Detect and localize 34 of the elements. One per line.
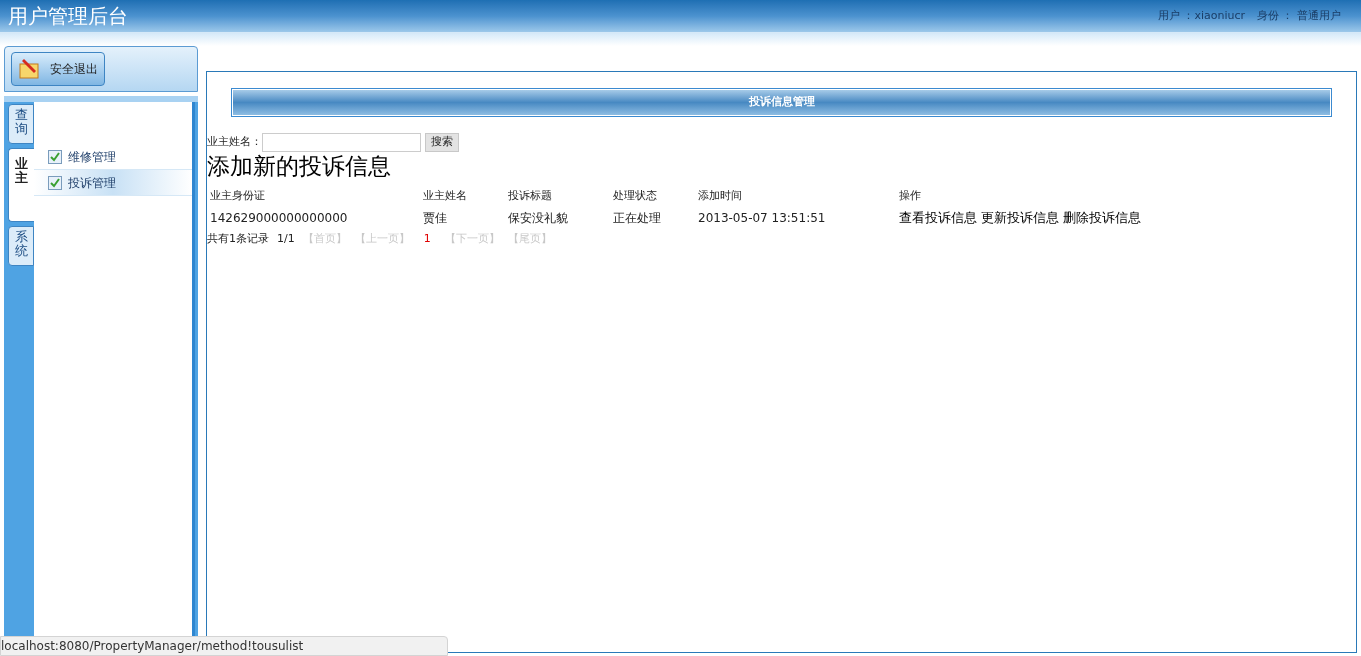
panel-title: 投诉信息管理 — [748, 94, 815, 111]
checkbox-icon — [48, 149, 62, 164]
table-cell: 贾佳 — [423, 211, 447, 225]
page-count: 1/1 — [277, 230, 295, 247]
table-cell: 2013-05-07 13:51:51 — [698, 211, 826, 225]
record-count: 共有1条记录 — [207, 230, 269, 247]
column-header: 业主身份证 — [210, 188, 265, 202]
checkbox-icon — [48, 175, 62, 190]
search-button[interactable]: 搜索 — [425, 133, 459, 152]
column-header: 处理状态 — [613, 188, 657, 202]
app-title: 用户管理后台 — [8, 3, 128, 30]
user-label: 用户 ：xiaoniucr — [1157, 7, 1245, 24]
add-complaint-link[interactable]: 添加新的投诉信息 — [207, 152, 391, 180]
menu-item[interactable]: 投诉管理 — [34, 170, 192, 196]
current-page: 1 — [422, 230, 432, 247]
vertical-tab[interactable]: 业主 — [8, 148, 34, 222]
search-label: 业主姓名： — [207, 134, 262, 151]
table-cell: 正在处理 — [613, 211, 661, 225]
column-header: 投诉标题 — [508, 188, 552, 202]
column-header: 添加时间 — [698, 188, 742, 202]
column-header: 操作 — [899, 188, 921, 202]
logout-button[interactable]: 安全退出 — [11, 52, 105, 86]
pencil-note-icon — [18, 58, 42, 80]
table-cell: 保安没礼貌 — [508, 211, 568, 225]
table-cell: 142629000000000000 — [210, 211, 348, 225]
action-link[interactable]: 删除投诉信息 — [1063, 208, 1141, 228]
search-field[interactable] — [262, 133, 421, 152]
role-label: 身份 ： 普通用户 — [1257, 7, 1341, 24]
action-link[interactable]: 查看投诉信息 — [899, 208, 977, 228]
status-bar: localhost:8080/PropertyManager/method!tousulist — [0, 636, 448, 656]
column-header: 业主姓名 — [423, 188, 467, 202]
vertical-tab[interactable]: 查询 — [8, 104, 34, 144]
vertical-tab[interactable]: 系统 — [8, 226, 34, 266]
action-link[interactable]: 更新投诉信息 — [981, 208, 1059, 228]
